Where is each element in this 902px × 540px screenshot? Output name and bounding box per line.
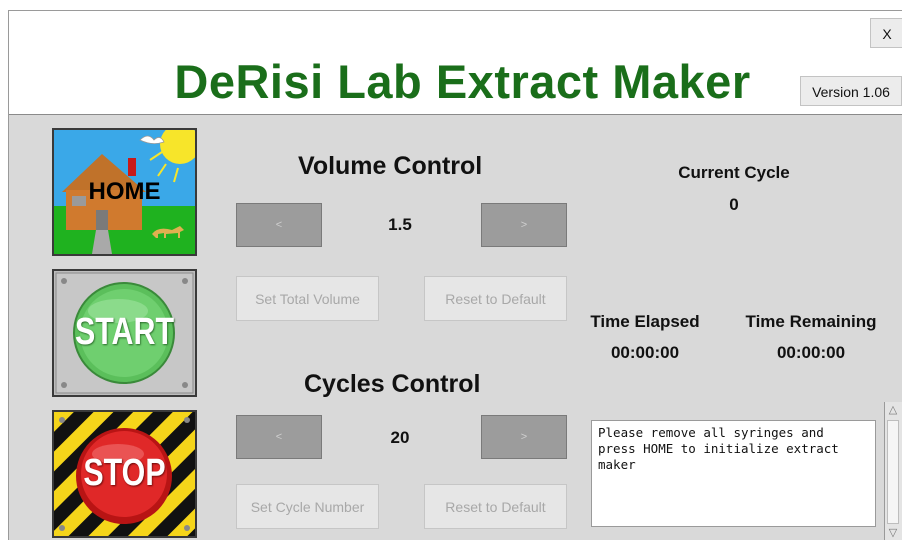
start-button[interactable]: START bbox=[52, 269, 197, 397]
home-label: HOME bbox=[88, 178, 161, 205]
cycles-decrease-button[interactable]: < bbox=[236, 415, 322, 459]
time-remaining-value: 00:00:00 bbox=[776, 343, 846, 362]
current-cycle-label: Current Cycle bbox=[678, 163, 790, 182]
time-remaining-label: Time Remaining bbox=[745, 312, 877, 331]
time-elapsed-value: 00:00:00 bbox=[610, 343, 680, 362]
start-label: START bbox=[74, 311, 175, 353]
volume-control-title: Volume Control bbox=[298, 152, 483, 180]
volume-increase-button[interactable]: > bbox=[481, 203, 567, 247]
stop-label: STOP bbox=[83, 452, 166, 494]
scroll-down-arrow-icon[interactable]: ▽ bbox=[886, 526, 900, 540]
scroll-up-arrow-icon[interactable]: △ bbox=[886, 403, 900, 417]
stop-button[interactable]: STOP bbox=[52, 410, 197, 538]
set-total-volume-button[interactable]: Set Total Volume bbox=[236, 276, 379, 321]
close-button[interactable]: X bbox=[870, 18, 902, 48]
volume-value: 1.5 bbox=[388, 215, 412, 234]
set-cycle-number-button[interactable]: Set Cycle Number bbox=[236, 484, 379, 529]
message-text-area[interactable]: Please remove all syringes and press HOM… bbox=[591, 420, 876, 527]
cycles-value: 20 bbox=[390, 428, 410, 447]
cycles-increase-button[interactable]: > bbox=[481, 415, 567, 459]
home-button[interactable]: HOME bbox=[52, 128, 197, 256]
scroll-thumb[interactable] bbox=[887, 420, 899, 524]
cycles-control-title: Cycles Control bbox=[304, 370, 481, 398]
time-elapsed-label: Time Elapsed bbox=[590, 312, 700, 331]
volume-reset-button[interactable]: Reset to Default bbox=[424, 276, 567, 321]
message-scrollbar[interactable]: △ ▽ bbox=[884, 402, 902, 540]
cycles-reset-button[interactable]: Reset to Default bbox=[424, 484, 567, 529]
current-cycle-value: 0 bbox=[729, 195, 739, 214]
version-button[interactable]: Version 1.06 bbox=[800, 76, 902, 106]
volume-decrease-button[interactable]: < bbox=[236, 203, 322, 247]
app-title: DeRisi Lab Extract Maker bbox=[174, 55, 751, 108]
